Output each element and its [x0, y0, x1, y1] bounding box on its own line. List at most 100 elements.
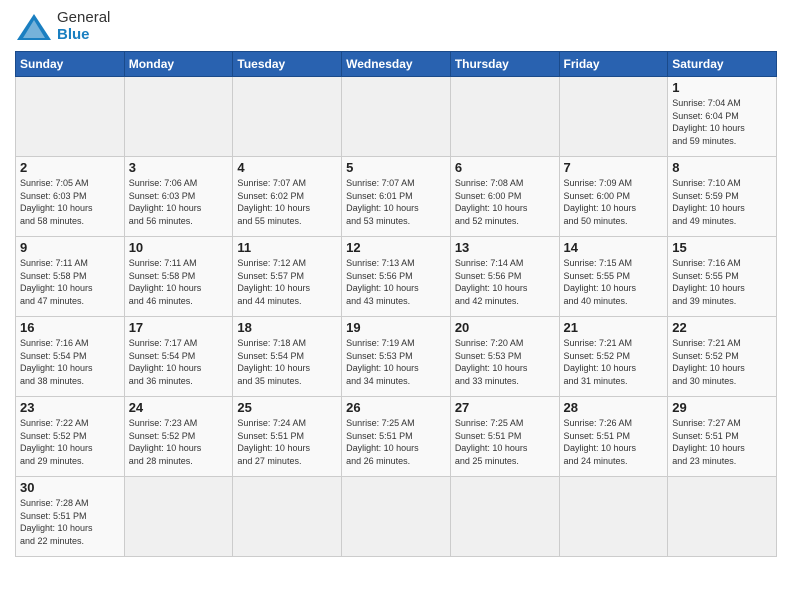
day-number: 22: [672, 320, 772, 335]
day-number: 27: [455, 400, 555, 415]
day-info: Sunrise: 7:04 AM Sunset: 6:04 PM Dayligh…: [672, 97, 772, 147]
day-number: 18: [237, 320, 337, 335]
calendar-cell: 19Sunrise: 7:19 AM Sunset: 5:53 PM Dayli…: [342, 317, 451, 397]
day-number: 17: [129, 320, 229, 335]
day-number: 20: [455, 320, 555, 335]
day-number: 9: [20, 240, 120, 255]
day-info: Sunrise: 7:07 AM Sunset: 6:01 PM Dayligh…: [346, 177, 446, 227]
day-header-thursday: Thursday: [450, 52, 559, 77]
calendar-cell: 29Sunrise: 7:27 AM Sunset: 5:51 PM Dayli…: [668, 397, 777, 477]
calendar-cell: 6 Sunrise: 7:08 AM Sunset: 6:00 PM Daylig…: [450, 157, 559, 237]
calendar-cell: [16, 77, 125, 157]
calendar-page: General Blue SundayMondayTuesdayWednesda…: [0, 0, 792, 567]
calendar-cell: 8Sunrise: 7:10 AM Sunset: 5:59 PM Daylig…: [668, 157, 777, 237]
day-info: Sunrise: 7:06 AM Sunset: 6:03 PM Dayligh…: [129, 177, 229, 227]
week-row-3: 9 Sunrise: 7:11 AM Sunset: 5:58 PM Daylig…: [16, 237, 777, 317]
calendar-cell: 10 Sunrise: 7:11 AM Sunset: 5:58 PM Dayli…: [124, 237, 233, 317]
day-info: Sunrise: 7:15 AM Sunset: 5:55 PM Dayligh…: [564, 257, 664, 307]
day-number: 1: [672, 80, 772, 95]
day-number: 29: [672, 400, 772, 415]
day-number: 7: [564, 160, 664, 175]
day-number: 16: [20, 320, 120, 335]
calendar-body: 1 Sunrise: 7:04 AM Sunset: 6:04 PM Daylig…: [16, 77, 777, 557]
logo-text: General Blue: [57, 10, 110, 43]
calendar-cell: 22Sunrise: 7:21 AM Sunset: 5:52 PM Dayli…: [668, 317, 777, 397]
calendar-cell: 13Sunrise: 7:14 AM Sunset: 5:56 PM Dayli…: [450, 237, 559, 317]
day-number: 10: [129, 240, 229, 255]
calendar-cell: 25 Sunrise: 7:24 AM Sunset: 5:51 PM Dayli…: [233, 397, 342, 477]
header: General Blue: [15, 10, 777, 43]
day-number: 3: [129, 160, 229, 175]
calendar-cell: 7 Sunrise: 7:09 AM Sunset: 6:00 PM Daylig…: [559, 157, 668, 237]
calendar-cell: 26 Sunrise: 7:25 AM Sunset: 5:51 PM Dayli…: [342, 397, 451, 477]
calendar-cell: 14 Sunrise: 7:15 AM Sunset: 5:55 PM Dayli…: [559, 237, 668, 317]
calendar-cell: 12 Sunrise: 7:13 AM Sunset: 5:56 PM Dayli…: [342, 237, 451, 317]
day-number: 4: [237, 160, 337, 175]
day-info: Sunrise: 7:12 AM Sunset: 5:57 PM Dayligh…: [237, 257, 337, 307]
day-number: 12: [346, 240, 446, 255]
calendar-cell: [450, 77, 559, 157]
day-info: Sunrise: 7:16 AM Sunset: 5:54 PM Dayligh…: [20, 337, 120, 387]
day-info: Sunrise: 7:11 AM Sunset: 5:58 PM Dayligh…: [129, 257, 229, 307]
calendar-cell: [342, 77, 451, 157]
calendar-cell: [559, 77, 668, 157]
day-number: 26: [346, 400, 446, 415]
day-info: Sunrise: 7:21 AM Sunset: 5:52 PM Dayligh…: [564, 337, 664, 387]
calendar-cell: [233, 477, 342, 557]
day-info: Sunrise: 7:11 AM Sunset: 5:58 PM Dayligh…: [20, 257, 120, 307]
week-row-6: 30Sunrise: 7:28 AM Sunset: 5:51 PM Dayli…: [16, 477, 777, 557]
calendar-cell: 30Sunrise: 7:28 AM Sunset: 5:51 PM Dayli…: [16, 477, 125, 557]
week-row-4: 16 Sunrise: 7:16 AM Sunset: 5:54 PM Dayli…: [16, 317, 777, 397]
calendar-cell: [342, 477, 451, 557]
calendar-cell: 27 Sunrise: 7:25 AM Sunset: 5:51 PM Dayli…: [450, 397, 559, 477]
calendar-cell: 4 Sunrise: 7:07 AM Sunset: 6:02 PM Daylig…: [233, 157, 342, 237]
day-info: Sunrise: 7:14 AM Sunset: 5:56 PM Dayligh…: [455, 257, 555, 307]
calendar-cell: [233, 77, 342, 157]
week-row-1: 1 Sunrise: 7:04 AM Sunset: 6:04 PM Daylig…: [16, 77, 777, 157]
calendar-cell: [559, 477, 668, 557]
calendar-cell: 20 Sunrise: 7:20 AM Sunset: 5:53 PM Dayli…: [450, 317, 559, 397]
week-row-5: 23Sunrise: 7:22 AM Sunset: 5:52 PM Dayli…: [16, 397, 777, 477]
calendar-cell: 21 Sunrise: 7:21 AM Sunset: 5:52 PM Dayli…: [559, 317, 668, 397]
day-header-sunday: Sunday: [16, 52, 125, 77]
logo-icon: [15, 12, 53, 42]
day-info: Sunrise: 7:25 AM Sunset: 5:51 PM Dayligh…: [455, 417, 555, 467]
day-info: Sunrise: 7:23 AM Sunset: 5:52 PM Dayligh…: [129, 417, 229, 467]
calendar-cell: 11Sunrise: 7:12 AM Sunset: 5:57 PM Dayli…: [233, 237, 342, 317]
calendar-cell: [124, 477, 233, 557]
calendar-cell: 16 Sunrise: 7:16 AM Sunset: 5:54 PM Dayli…: [16, 317, 125, 397]
day-number: 2: [20, 160, 120, 175]
day-info: Sunrise: 7:08 AM Sunset: 6:00 PM Dayligh…: [455, 177, 555, 227]
calendar-cell: 17 Sunrise: 7:17 AM Sunset: 5:54 PM Dayli…: [124, 317, 233, 397]
day-number: 21: [564, 320, 664, 335]
calendar-cell: [450, 477, 559, 557]
day-info: Sunrise: 7:09 AM Sunset: 6:00 PM Dayligh…: [564, 177, 664, 227]
day-info: Sunrise: 7:24 AM Sunset: 5:51 PM Dayligh…: [237, 417, 337, 467]
day-header-wednesday: Wednesday: [342, 52, 451, 77]
days-header-row: SundayMondayTuesdayWednesdayThursdayFrid…: [16, 52, 777, 77]
day-info: Sunrise: 7:20 AM Sunset: 5:53 PM Dayligh…: [455, 337, 555, 387]
calendar-cell: 2Sunrise: 7:05 AM Sunset: 6:03 PM Daylig…: [16, 157, 125, 237]
calendar-header: SundayMondayTuesdayWednesdayThursdayFrid…: [16, 52, 777, 77]
calendar-cell: 5Sunrise: 7:07 AM Sunset: 6:01 PM Daylig…: [342, 157, 451, 237]
day-number: 14: [564, 240, 664, 255]
day-header-monday: Monday: [124, 52, 233, 77]
day-number: 24: [129, 400, 229, 415]
day-number: 6: [455, 160, 555, 175]
day-header-friday: Friday: [559, 52, 668, 77]
calendar-cell: 9 Sunrise: 7:11 AM Sunset: 5:58 PM Daylig…: [16, 237, 125, 317]
day-info: Sunrise: 7:07 AM Sunset: 6:02 PM Dayligh…: [237, 177, 337, 227]
calendar-cell: 28 Sunrise: 7:26 AM Sunset: 5:51 PM Dayli…: [559, 397, 668, 477]
calendar-cell: 24 Sunrise: 7:23 AM Sunset: 5:52 PM Dayli…: [124, 397, 233, 477]
day-info: Sunrise: 7:13 AM Sunset: 5:56 PM Dayligh…: [346, 257, 446, 307]
day-info: Sunrise: 7:25 AM Sunset: 5:51 PM Dayligh…: [346, 417, 446, 467]
day-info: Sunrise: 7:26 AM Sunset: 5:51 PM Dayligh…: [564, 417, 664, 467]
calendar-cell: [124, 77, 233, 157]
day-info: Sunrise: 7:17 AM Sunset: 5:54 PM Dayligh…: [129, 337, 229, 387]
day-number: 25: [237, 400, 337, 415]
calendar-cell: 3 Sunrise: 7:06 AM Sunset: 6:03 PM Daylig…: [124, 157, 233, 237]
week-row-2: 2Sunrise: 7:05 AM Sunset: 6:03 PM Daylig…: [16, 157, 777, 237]
day-number: 28: [564, 400, 664, 415]
calendar-cell: [668, 477, 777, 557]
day-number: 30: [20, 480, 120, 495]
